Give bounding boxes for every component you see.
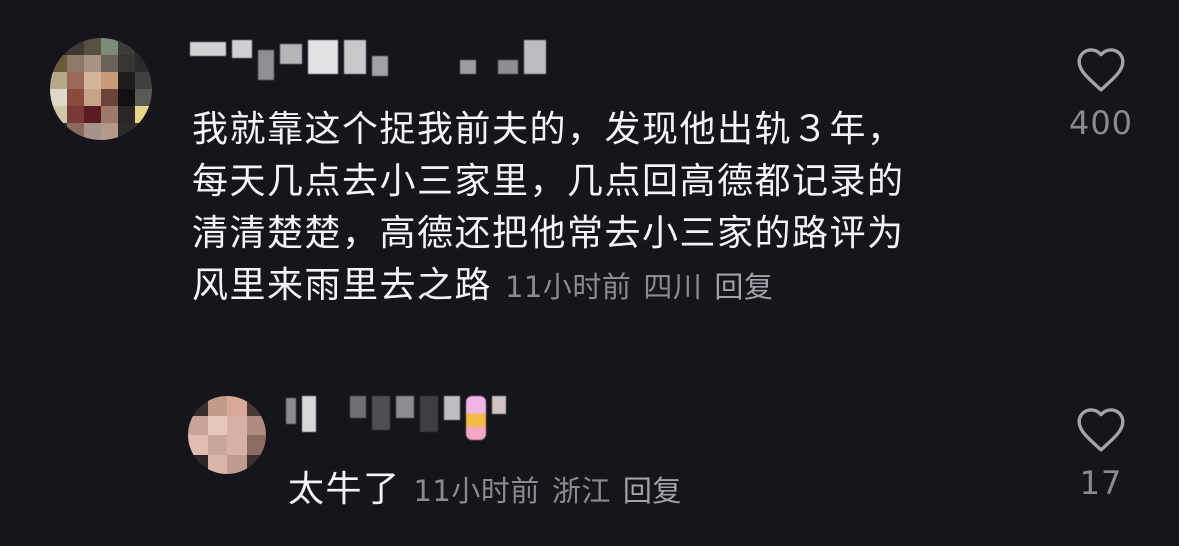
comment-text: 太牛了 11小时前 浙江 回复	[288, 464, 694, 517]
reply-button[interactable]: 回复	[714, 270, 773, 304]
like-button[interactable]: 400	[1051, 44, 1151, 142]
comment-line: 我就靠这个捉我前夫的，发现他出轨３年，	[192, 109, 905, 150]
reply-button[interactable]: 回复	[623, 474, 682, 508]
comment-meta: 11小时前 浙江 回复	[413, 474, 693, 508]
comment-location: 四川	[643, 270, 703, 304]
comment-line: 太牛了	[288, 469, 401, 510]
comment-line: 风里来雨里去之路	[192, 265, 493, 306]
like-count: 400	[1068, 104, 1134, 142]
avatar[interactable]	[50, 38, 152, 140]
comment-time: 11小时前	[413, 474, 540, 508]
comment-line: 每天几点去小三家里，几点回高德都记录的	[192, 161, 905, 202]
comment-line: 清清楚楚，高德还把他常去小三家的路评为	[192, 213, 905, 254]
username[interactable]	[190, 40, 546, 80]
avatar[interactable]	[188, 396, 266, 474]
comment-location: 浙江	[551, 474, 611, 508]
comment-text: 我就靠这个捉我前夫的，发现他出轨３年， 每天几点去小三家里，几点回高德都记录的 …	[192, 104, 905, 313]
comment-time: 11小时前	[504, 270, 632, 304]
like-button[interactable]: 17	[1051, 404, 1151, 502]
heart-outline-icon	[1077, 408, 1125, 452]
comment-meta: 11小时前 四川 回复	[505, 270, 785, 304]
like-count: 17	[1079, 464, 1123, 502]
heart-outline-icon	[1077, 48, 1125, 92]
username[interactable]	[286, 396, 506, 440]
